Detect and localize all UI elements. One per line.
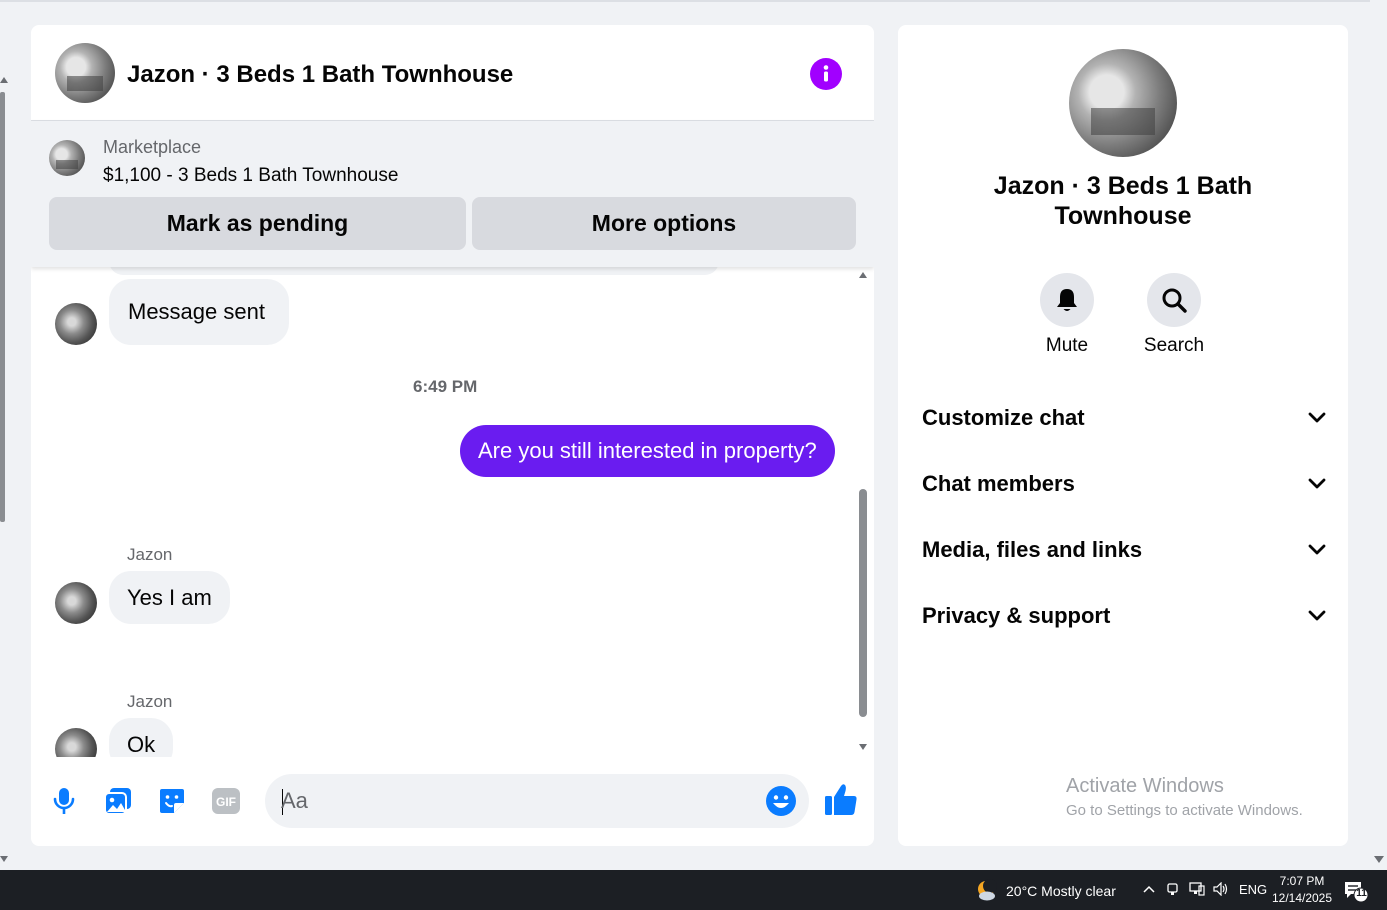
input-language[interactable]: ENG (1239, 882, 1267, 897)
outgoing-message[interactable]: Are you still interested in property? (460, 425, 835, 477)
message-timestamp: 6:49 PM (413, 377, 478, 396)
section-label: Chat members (922, 471, 1075, 496)
chat-avatar[interactable] (55, 43, 115, 103)
chevron-down-icon (1308, 478, 1326, 489)
emoji-button[interactable] (765, 785, 797, 817)
gif-button[interactable]: GIF (209, 784, 243, 818)
mute-circle (1040, 273, 1094, 327)
message-input-wrapper[interactable] (265, 774, 809, 828)
message-text: Message sent (128, 299, 265, 324)
incoming-message[interactable]: Ok (109, 718, 174, 757)
chevron-down-icon (1308, 610, 1326, 621)
attach-photo-button[interactable] (101, 784, 135, 818)
mark-as-pending-button[interactable]: Mark as pending (49, 197, 466, 250)
section-customize-chat[interactable]: Customize chat (922, 392, 1326, 444)
chat-header: Jazon · 3 Beds 1 Bath Townhouse (31, 25, 874, 121)
chevron-down-icon (1308, 412, 1326, 423)
chevron-up-icon (1143, 885, 1155, 893)
section-label: Customize chat (922, 405, 1085, 430)
info-button[interactable] (810, 58, 842, 90)
page-scrollbar-thumb[interactable] (0, 92, 5, 522)
info-icon (823, 65, 829, 82)
taskbar-clock[interactable]: 7:07 PM 12/14/2025 (1269, 873, 1335, 907)
gif-icon: GIF (212, 788, 240, 814)
chevron-down-icon (1308, 544, 1326, 555)
system-tray (1141, 881, 1229, 897)
message-text: Yes I am (127, 584, 212, 610)
section-label: Privacy & support (922, 603, 1111, 628)
svg-text:GIF: GIF (216, 795, 236, 809)
image-icon (104, 788, 131, 815)
listing-title[interactable]: $1,100 - 3 Beds 1 Bath Townhouse (103, 165, 398, 187)
search-label: Search (1143, 335, 1205, 356)
search-in-conversation-button[interactable]: Search (1134, 273, 1214, 357)
top-divider (0, 0, 1370, 2)
info-avatar[interactable] (1069, 49, 1177, 157)
page-scroll-down-arrow-right[interactable] (1374, 856, 1384, 863)
sticker-button[interactable] (155, 784, 189, 818)
sender-name: Jazon (127, 545, 173, 564)
section-chat-members[interactable]: Chat members (922, 458, 1326, 510)
message-input[interactable] (281, 774, 751, 828)
marketplace-label: Marketplace (103, 137, 202, 157)
taskbar: 20°C Mostly clear ENG 7:07 PM 12/14/2025… (0, 870, 1387, 910)
conversation-info-panel: Jazon · 3 Beds 1 Bath Townhouse Mute Sea… (898, 25, 1348, 846)
send-like-button[interactable] (823, 781, 859, 819)
activate-windows-title: Activate Windows (1066, 775, 1224, 797)
message-list[interactable]: Message sent 6:49 PM Are you still inter… (31, 267, 874, 757)
incoming-message[interactable]: Message sent (109, 279, 289, 345)
page-scroll-down-arrow[interactable] (0, 856, 8, 862)
incoming-message[interactable]: Yes I am (109, 571, 230, 624)
message-text: Are you still interested in property? (478, 438, 817, 463)
section-media-files-links[interactable]: Media, files and links (922, 524, 1326, 576)
mute-label: Mute (1045, 335, 1089, 356)
network-icon (1189, 882, 1205, 896)
microphone-icon (53, 788, 75, 814)
message-text: Ok (127, 731, 156, 757)
weather-text: 20°C Mostly clear (1006, 883, 1116, 899)
moon-cloud-icon (978, 879, 997, 901)
webcam-icon (1167, 883, 1178, 895)
more-options-button[interactable]: More options (472, 197, 856, 250)
mute-button[interactable]: Mute (1027, 273, 1107, 357)
chat-scroll-up-arrow[interactable] (859, 272, 867, 278)
sender-name: Jazon (127, 692, 173, 711)
section-label: Media, files and links (922, 537, 1143, 562)
info-title: Jazon · 3 Beds 1 Bath Townhouse (993, 172, 1253, 230)
message-bubble-partial (109, 267, 719, 275)
meet-now-button[interactable] (1165, 881, 1181, 897)
voice-clip-button[interactable] (47, 784, 81, 818)
chat-title[interactable]: Jazon · 3 Beds 1 Bath Townhouse (127, 61, 513, 89)
section-privacy-support[interactable]: Privacy & support (922, 590, 1326, 642)
volume-button[interactable] (1213, 881, 1229, 897)
sticker-icon (160, 789, 184, 813)
chat-scroll-down-arrow[interactable] (859, 744, 867, 750)
chat-panel: Jazon · 3 Beds 1 Bath Townhouse Marketpl… (31, 25, 874, 846)
message-composer: GIF (31, 765, 874, 837)
sender-avatar[interactable] (55, 582, 97, 624)
emoji-icon (766, 786, 796, 816)
bell-icon (1057, 289, 1077, 311)
listing-thumbnail[interactable] (49, 140, 85, 176)
marketplace-banner: Marketplace $1,100 - 3 Beds 1 Bath Townh… (31, 121, 874, 267)
chat-scrollbar-thumb[interactable] (859, 489, 867, 717)
weather-widget[interactable]: 20°C Mostly clear (974, 879, 1116, 903)
thumbs-up-icon (825, 784, 857, 815)
sender-avatar[interactable] (55, 303, 97, 345)
page-scroll-up-arrow[interactable] (0, 77, 8, 83)
notifications-button[interactable]: 11 (1343, 879, 1369, 903)
sender-avatar[interactable] (55, 728, 97, 757)
activate-windows-subtitle: Go to Settings to activate Windows. (1066, 802, 1303, 819)
notification-count: 11 (1356, 888, 1367, 899)
search-circle (1147, 273, 1201, 327)
clock-time: 7:07 PM (1279, 874, 1325, 888)
speaker-icon (1213, 882, 1228, 896)
clock-date: 12/14/2025 (1271, 891, 1333, 905)
search-icon (1162, 288, 1187, 313)
network-button[interactable] (1189, 881, 1205, 897)
show-hidden-icons-button[interactable] (1141, 881, 1157, 897)
